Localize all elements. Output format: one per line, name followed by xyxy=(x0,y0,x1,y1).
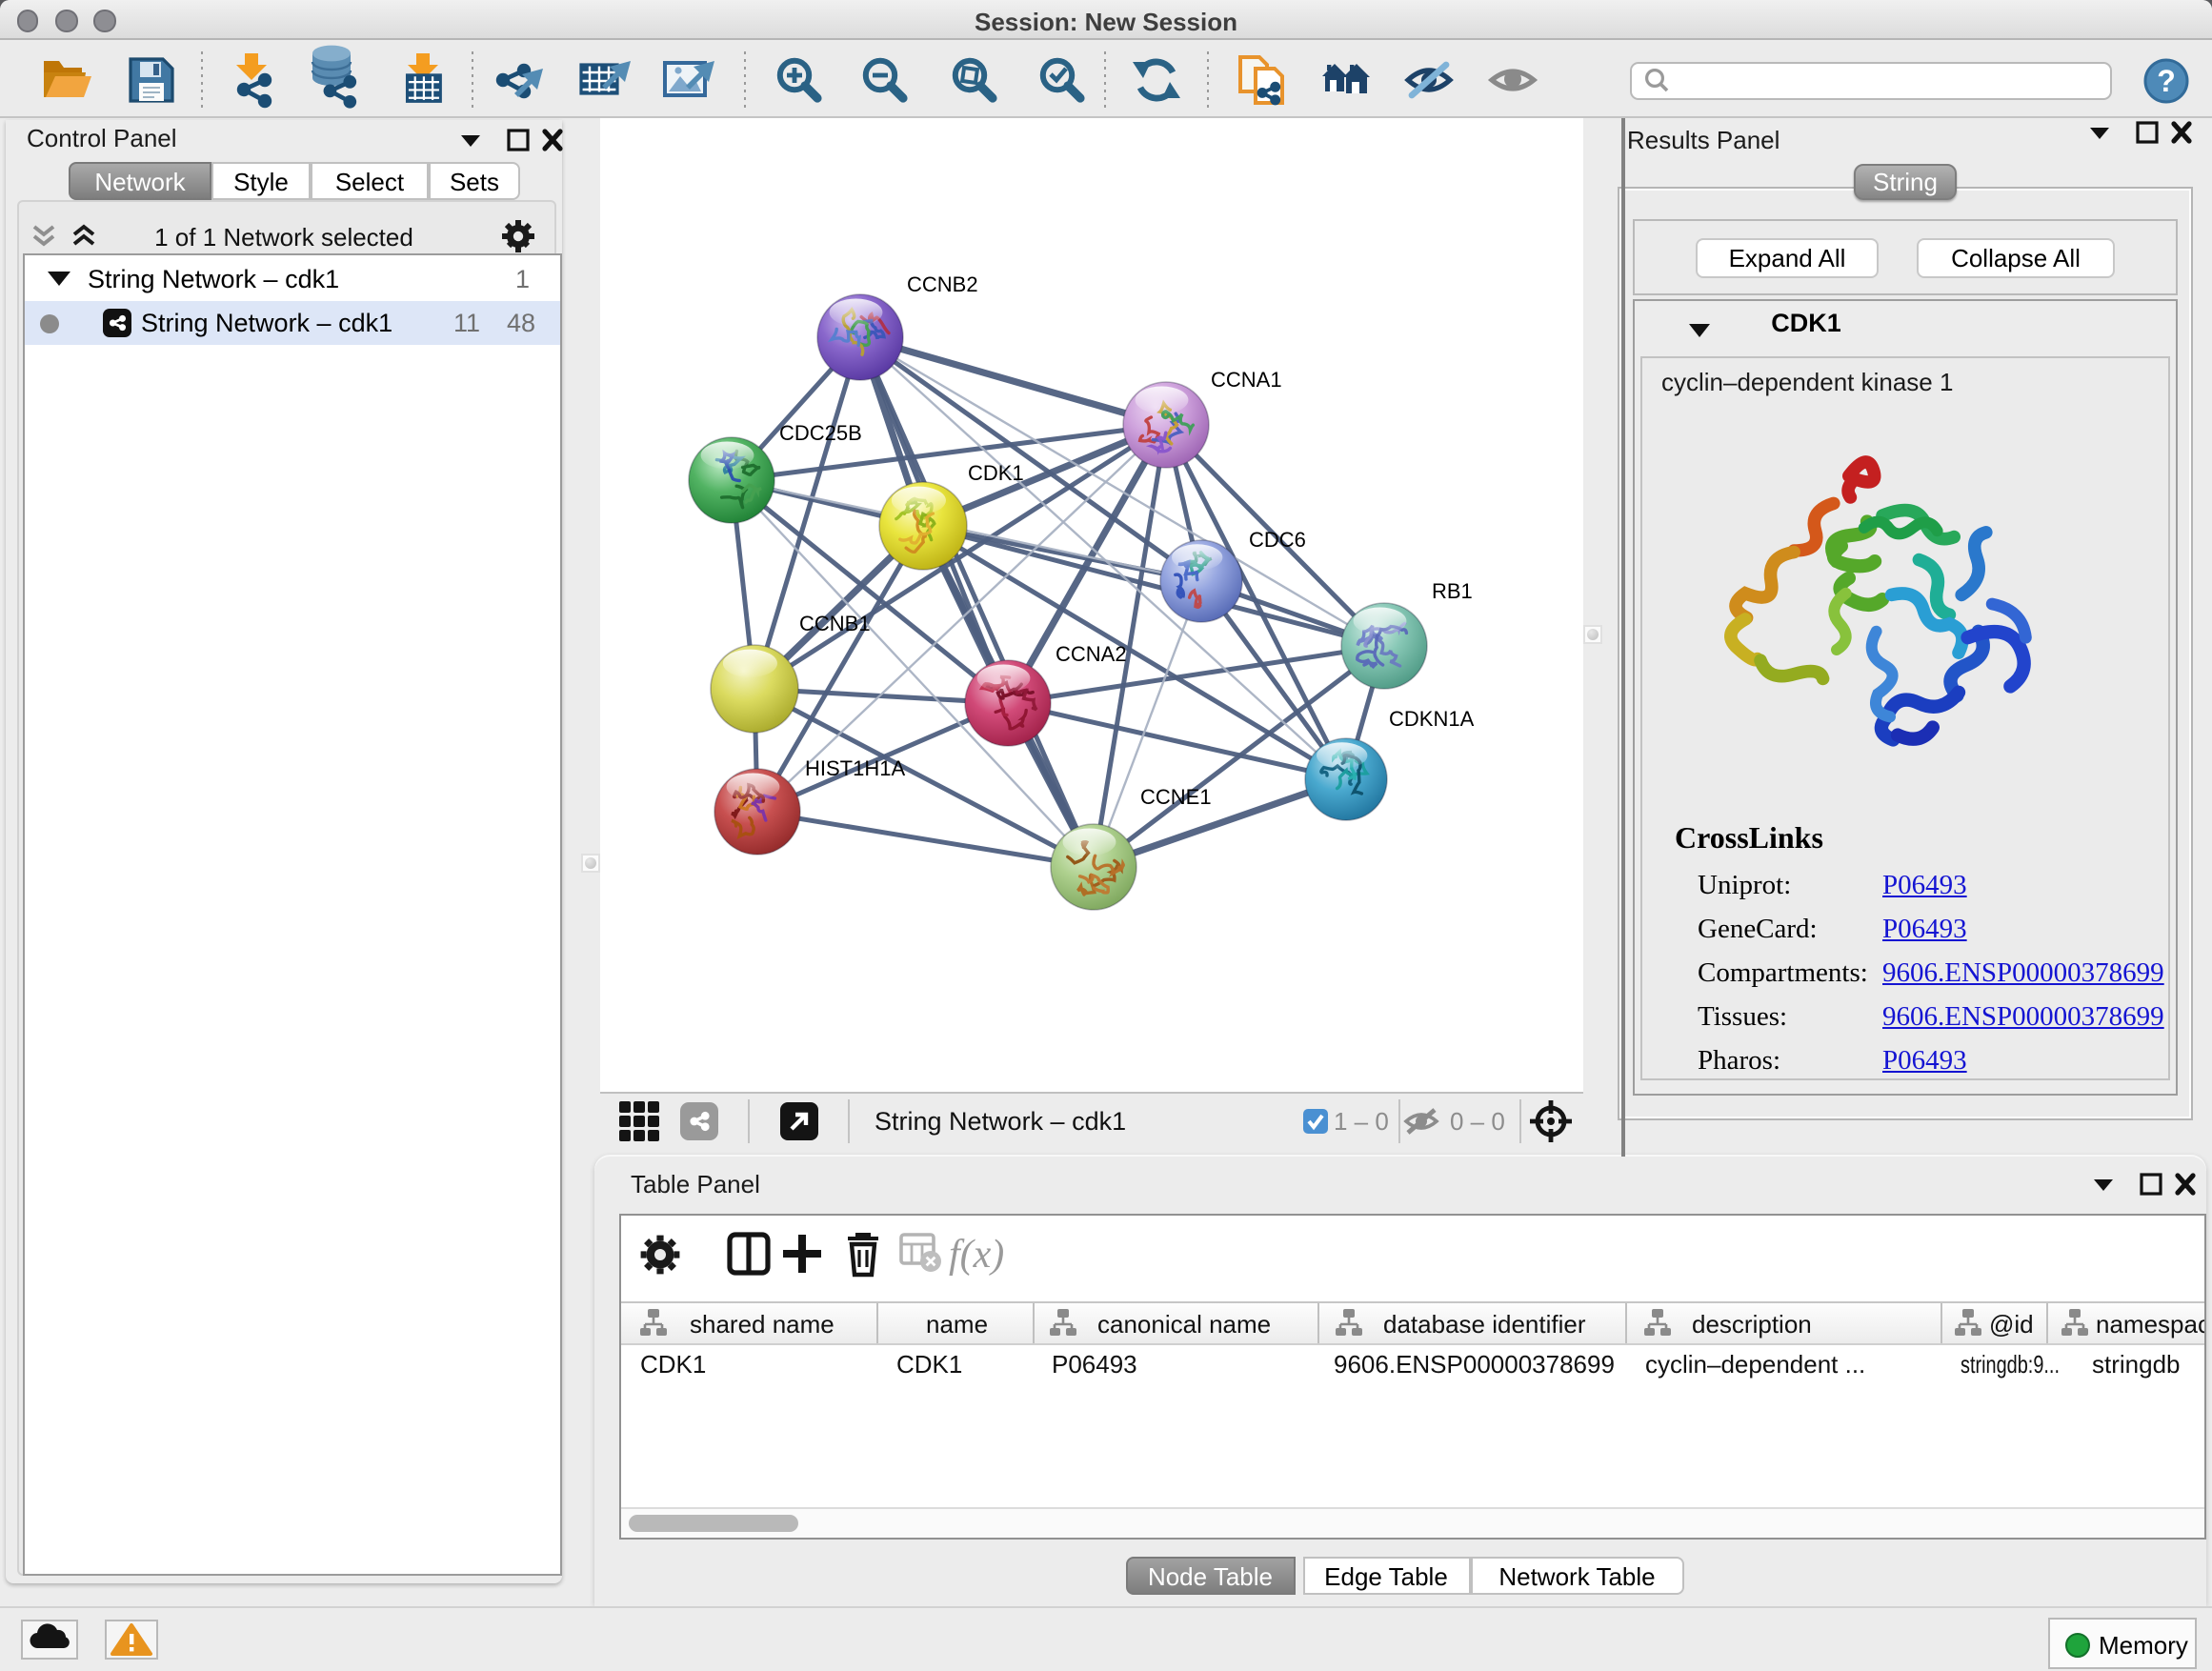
svg-text:CCNA2: CCNA2 xyxy=(1056,642,1127,666)
svg-text:1 – 0: 1 – 0 xyxy=(1334,1107,1389,1136)
svg-text:CDC25B: CDC25B xyxy=(779,421,862,445)
svg-text:?: ? xyxy=(2157,64,2176,98)
svg-text:name: name xyxy=(926,1309,988,1338)
svg-text:String Network – cdk1: String Network – cdk1 xyxy=(875,1107,1126,1136)
svg-text:CDK1: CDK1 xyxy=(896,1349,962,1378)
svg-text:@id: @id xyxy=(1989,1309,2034,1338)
svg-text:CDK1: CDK1 xyxy=(640,1349,706,1378)
svg-text:description: description xyxy=(1692,1309,1812,1338)
svg-text:HIST1H1A: HIST1H1A xyxy=(805,756,905,780)
svg-text:RB1: RB1 xyxy=(1432,579,1473,603)
svg-text:CCNB2: CCNB2 xyxy=(907,272,978,296)
svg-text:CCNB1: CCNB1 xyxy=(799,612,871,635)
svg-text:0 – 0: 0 – 0 xyxy=(1450,1107,1505,1136)
svg-text:stringdb: stringdb xyxy=(2092,1349,2181,1378)
svg-text:P06493: P06493 xyxy=(1052,1349,1137,1378)
svg-text:CCNA1: CCNA1 xyxy=(1211,368,1282,392)
svg-text:CDC6: CDC6 xyxy=(1249,528,1306,552)
svg-text:stringdb:9...: stringdb:9... xyxy=(1961,1349,2060,1378)
svg-text:9606.ENSP00000378699: 9606.ENSP00000378699 xyxy=(1334,1349,1615,1378)
svg-text:f(x): f(x) xyxy=(949,1233,1004,1277)
svg-text:database identifier: database identifier xyxy=(1383,1309,1586,1338)
svg-text:CDK1: CDK1 xyxy=(968,461,1024,485)
svg-text:canonical name: canonical name xyxy=(1097,1309,1271,1338)
svg-text:CCNE1: CCNE1 xyxy=(1140,785,1212,809)
svg-text:shared name: shared name xyxy=(690,1309,835,1338)
svg-text:namespace: namespace xyxy=(2096,1309,2204,1338)
svg-text:cyclin–dependent ...: cyclin–dependent ... xyxy=(1645,1349,1865,1378)
svg-text:CDKN1A: CDKN1A xyxy=(1389,707,1475,731)
